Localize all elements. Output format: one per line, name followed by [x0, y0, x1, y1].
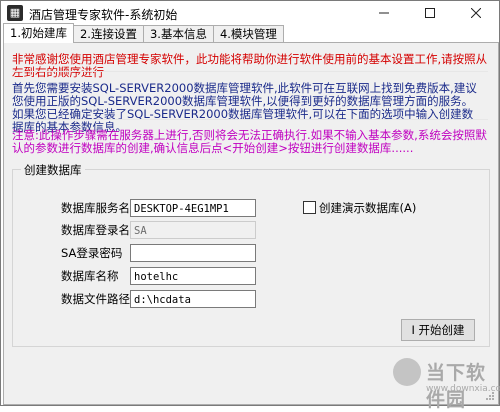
close-icon[interactable]: [453, 1, 499, 25]
start-create-button[interactable]: I 开始创建: [401, 319, 475, 341]
warning-notice: 注意:此操作步骤需在服务器上进行,否则将会无法正确执行.如果不输入基本参数,系统…: [12, 128, 487, 155]
thanks-notice: 非常感谢您使用酒店管理专家软件，此功能将帮助你进行软件使用前的基本设置工作,请按…: [12, 52, 488, 79]
data-path-label: 数据文件路径: [61, 292, 130, 306]
app-window: ▦ 酒店管理专家软件-系统初始 1.初始建库 2.连接设置 3.基本信息 4.模…: [0, 0, 500, 411]
requirement-notice: 首先您需要安装SQL-SERVER2000数据库管理软件,此软件可在互联网上找到…: [12, 81, 477, 134]
server-name-input[interactable]: DESKTOP-4EG1MP1: [130, 199, 256, 217]
minimize-icon[interactable]: [361, 1, 407, 25]
app-icon: ▦: [7, 5, 23, 21]
server-name-label: 数据库服务名: [61, 201, 130, 215]
tab-init-db[interactable]: 1.初始建库: [3, 23, 74, 43]
tab-basic-info[interactable]: 3.基本信息: [142, 25, 214, 43]
password-label: SA登录密码: [61, 246, 123, 260]
tab-module-manage[interactable]: 4.模块管理: [212, 25, 284, 43]
tab-connection[interactable]: 2.连接设置: [72, 25, 144, 43]
window-title: 酒店管理专家软件-系统初始: [29, 8, 178, 22]
tab-strip: 1.初始建库 2.连接设置 3.基本信息 4.模块管理: [3, 23, 284, 43]
maximize-icon[interactable]: [407, 1, 453, 25]
title-bar: ▦ 酒店管理专家软件-系统初始: [1, 1, 499, 25]
db-name-label: 数据库名称: [61, 269, 119, 283]
resize-grip-icon[interactable]: [485, 391, 495, 401]
password-input[interactable]: [130, 244, 256, 262]
divider: [12, 71, 488, 72]
login-name-input[interactable]: SA: [130, 221, 256, 239]
watermark-logo-icon: [393, 358, 421, 386]
watermark: 当下软件园 www.downxia.com: [393, 352, 500, 411]
data-path-input[interactable]: d:\hcdata: [130, 290, 256, 308]
create-db-group: 创建数据库 数据库服务名 DESKTOP-4EG1MP1 数据库登录名 SA S…: [12, 162, 490, 347]
tab-panel: 非常感谢您使用酒店管理专家软件，此功能将帮助你进行软件使用前的基本设置工作,请按…: [3, 42, 500, 411]
group-title: 创建数据库: [21, 162, 85, 178]
demo-db-checkbox[interactable]: [303, 201, 316, 214]
divider: [12, 119, 488, 120]
db-name-input[interactable]: hotelhc: [130, 267, 256, 285]
demo-db-label[interactable]: 创建演示数据库(A): [319, 200, 416, 216]
login-name-label: 数据库登录名: [61, 223, 130, 237]
